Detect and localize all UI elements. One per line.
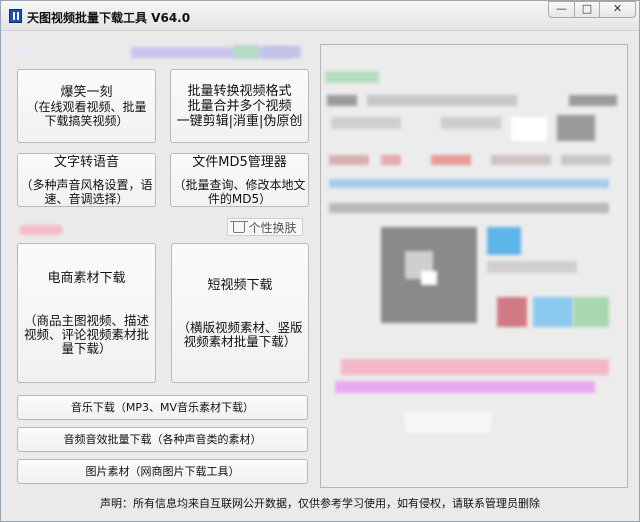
maximize-button[interactable]: □ [574, 1, 600, 18]
music-download-button[interactable]: 音乐下载（MP3、MV音乐素材下载） [17, 395, 308, 420]
sound-effects-download-label: 音频音效批量下载（各种声音类的素材） [63, 432, 262, 446]
ecommerce-download-desc: （商品主图视频、描述视频、评论视频素材批量下载） [23, 312, 149, 356]
minimize-button[interactable]: — [548, 1, 575, 18]
blurred-badge [19, 225, 63, 235]
change-skin-label: 个性换肤 [248, 220, 297, 235]
sound-effects-download-button[interactable]: 音频音效批量下载（各种声音类的素材） [17, 427, 308, 452]
disclaimer-text: 声明：所有信息均来自互联网公开数据，仅供参考学习使用，如有侵权，请联系管理员删除 [100, 497, 540, 510]
funny-video-title: 爆笑一刻 [60, 84, 113, 100]
text-to-speech-button[interactable]: 文字转语音 （多种声音风格设置，语速、音调选择） [17, 153, 156, 207]
funny-video-desc: （在线观看视频、批量下载搞笑视频） [26, 99, 147, 128]
text-to-speech-title: 文字转语音 [53, 154, 119, 170]
title-bar: 天图视频批量下载工具 V64.0 [1, 1, 639, 31]
shirt-icon [230, 220, 249, 233]
md5-manager-title: 文件MD5管理器 [192, 154, 287, 170]
close-button[interactable]: ✕ [599, 1, 636, 18]
short-video-download-desc: （横版视频素材、竖版视频素材批量下载） [177, 319, 303, 349]
funny-video-button[interactable]: 爆笑一刻 （在线观看视频、批量下载搞笑视频） [17, 69, 156, 143]
music-download-label: 音乐下载（MP3、MV音乐素材下载） [70, 400, 255, 414]
app-logo-icon [9, 9, 22, 23]
md5-manager-button[interactable]: 文件MD5管理器 （批量查询、修改本地文件的MD5） [170, 153, 309, 207]
image-assets-label: 图片素材（网商图片下载工具） [85, 464, 240, 478]
text-to-speech-desc: （多种声音风格设置，语速、音调选择） [20, 177, 153, 206]
video-convert-line2: 批量合并多个视频 [187, 98, 292, 114]
video-convert-line3: 一键剪辑|消重|伪原创 [176, 113, 303, 129]
md5-manager-desc: （批量查询、修改本地文件的MD5） [173, 177, 306, 206]
image-assets-button[interactable]: 图片素材（网商图片下载工具） [17, 459, 308, 484]
info-panel [320, 44, 628, 488]
app-window: 天图视频批量下载工具 V64.0 — □ ✕ 爆笑一刻 （在线观看视频、批量下载… [0, 0, 640, 522]
short-video-download-title: 短视频下载 [207, 277, 273, 293]
ecommerce-download-button[interactable]: 电商素材下载 （商品主图视频、描述视频、评论视频素材批量下载） [17, 243, 156, 383]
change-skin-button[interactable]: 个性换肤 [227, 218, 303, 236]
video-convert-line1: 批量转换视频格式 [187, 83, 292, 99]
window-title: 天图视频批量下载工具 V64.0 [27, 11, 191, 25]
ecommerce-download-title: 电商素材下载 [47, 270, 126, 286]
video-convert-button[interactable]: 批量转换视频格式 批量合并多个视频 一键剪辑|消重|伪原创 [170, 69, 309, 143]
short-video-download-button[interactable]: 短视频下载 （横版视频素材、竖版视频素材批量下载） [171, 243, 309, 383]
